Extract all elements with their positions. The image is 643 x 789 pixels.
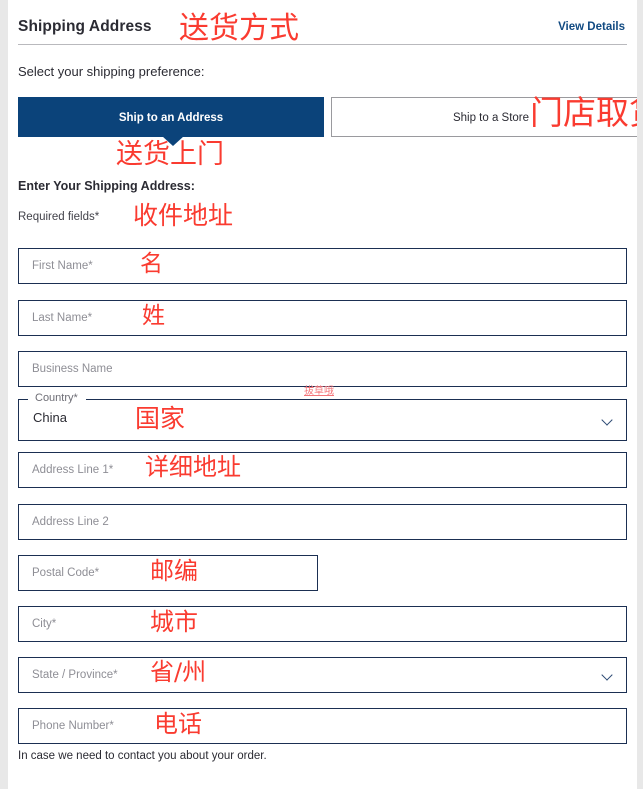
country-label: Country*	[32, 392, 81, 404]
shipping-address-page: Shipping Address View Details 送货方式 Selec…	[8, 0, 637, 789]
city-field[interactable]: City*	[18, 606, 627, 642]
phone-helper-text: In case we need to contact you about you…	[18, 750, 267, 762]
address-line-2-placeholder: Address Line 2	[32, 516, 109, 528]
first-name-placeholder: First Name*	[32, 260, 93, 272]
shipping-preference-label: Select your shipping preference:	[18, 64, 205, 79]
tab-ship-to-address[interactable]: Ship to an Address	[18, 97, 324, 137]
required-fields-note: Required fields*	[18, 211, 100, 223]
postal-code-placeholder: Postal Code*	[32, 567, 100, 579]
active-tab-caret-icon	[162, 136, 184, 146]
page-title: Shipping Address	[18, 18, 152, 35]
phone-number-placeholder: Phone Number*	[32, 720, 114, 732]
address-line-1-field[interactable]: Address Line 1*	[18, 452, 627, 488]
city-placeholder: City*	[32, 618, 57, 630]
view-details-link[interactable]: View Details	[558, 21, 625, 33]
phone-number-field[interactable]: Phone Number*	[18, 708, 627, 744]
tab-ship-to-store-label: Ship to a Store	[452, 112, 530, 124]
last-name-field[interactable]: Last Name*	[18, 300, 627, 336]
country-value: China	[33, 410, 67, 425]
last-name-placeholder: Last Name*	[32, 312, 93, 324]
tab-ship-to-store[interactable]: Ship to a Store	[331, 97, 637, 137]
country-select[interactable]: Country* China	[18, 392, 627, 441]
first-name-field[interactable]: First Name*	[18, 248, 627, 284]
business-name-field[interactable]: Business Name	[18, 351, 627, 387]
state-province-field[interactable]: State / Province*	[18, 657, 627, 693]
shipping-preference-tabs: Ship to an Address Ship to a Store	[18, 97, 637, 146]
annotation-recipient-address: 收件地址	[133, 201, 234, 230]
chevron-down-icon[interactable]	[603, 416, 612, 425]
address-line-1-placeholder: Address Line 1*	[32, 464, 114, 476]
state-province-placeholder: State / Province*	[32, 669, 118, 681]
address-line-2-field[interactable]: Address Line 2	[18, 504, 627, 540]
postal-code-field[interactable]: Postal Code*	[18, 555, 318, 591]
tab-ship-to-address-label: Ship to an Address	[118, 112, 224, 124]
chevron-down-icon[interactable]	[603, 671, 612, 680]
header-divider	[18, 44, 627, 45]
annotation-country-note: 拔草哦	[304, 386, 334, 397]
business-name-placeholder: Business Name	[32, 363, 113, 375]
enter-address-heading: Enter Your Shipping Address:	[18, 179, 195, 193]
